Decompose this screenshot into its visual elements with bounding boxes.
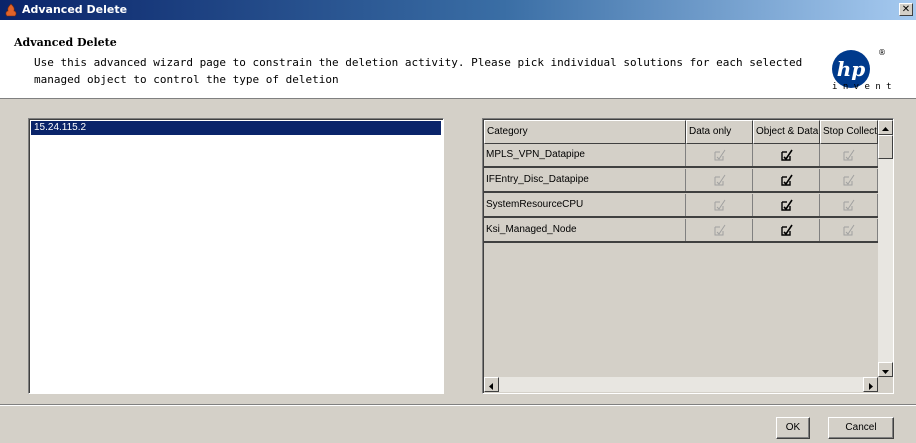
data-only-checkbox — [714, 174, 726, 186]
category-cell: SystemResourceCPU — [484, 194, 686, 216]
checkmark-icon — [845, 199, 855, 210]
wizard-header: Advanced Delete Use this advanced wizard… — [0, 20, 916, 99]
checkmark-icon — [716, 199, 726, 210]
scroll-down-button[interactable] — [878, 362, 893, 377]
scroll-left-button[interactable] — [484, 377, 499, 392]
table-row[interactable]: MPLS_VPN_Datapipe — [484, 144, 878, 168]
object-and-data-checkbox[interactable] — [781, 174, 793, 186]
category-cell: MPLS_VPN_Datapipe — [484, 144, 686, 166]
scrollbar-corner — [878, 377, 893, 392]
stop-collect-cell — [820, 144, 878, 166]
horizontal-scrollbar[interactable] — [484, 377, 878, 392]
table-row[interactable]: SystemResourceCPU — [484, 194, 878, 218]
registered-mark: ® — [878, 48, 886, 57]
category-cell: IFEntry_Disc_Datapipe — [484, 169, 686, 191]
data-only-checkbox — [714, 149, 726, 161]
ok-button[interactable]: OK — [776, 417, 810, 439]
checkmark-icon — [716, 174, 726, 185]
checkmark-icon — [716, 224, 726, 235]
stop-collect-cell — [820, 219, 878, 241]
app-icon — [5, 3, 17, 17]
page-title: Advanced Delete — [14, 36, 117, 49]
page-description: Use this advanced wizard page to constra… — [34, 56, 803, 86]
column-header-category[interactable]: Category — [484, 120, 686, 144]
data-only-cell — [686, 219, 753, 241]
column-header-stop-collect[interactable]: Stop Collect — [820, 120, 878, 144]
hp-logo-tagline: i n v e n t — [832, 82, 892, 92]
column-header-object-and-data[interactable]: Object & Data — [753, 120, 820, 144]
checkmark-icon — [845, 149, 855, 160]
close-icon: ✕ — [901, 4, 911, 15]
data-only-checkbox — [714, 224, 726, 236]
checkmark-icon — [845, 224, 855, 235]
stop-collect-checkbox — [843, 174, 855, 186]
footer-separator — [0, 404, 916, 406]
object-and-data-checkbox[interactable] — [781, 224, 793, 236]
managed-object-list[interactable]: 15.24.115.2 — [28, 118, 444, 394]
object-and-data-cell — [753, 194, 820, 216]
object-and-data-cell — [753, 144, 820, 166]
data-only-cell — [686, 144, 753, 166]
scroll-right-button[interactable] — [863, 377, 878, 392]
checkmark-icon — [845, 174, 855, 185]
object-and-data-cell — [753, 219, 820, 241]
category-cell: Ksi_Managed_Node — [484, 219, 686, 241]
window-title: Advanced Delete — [22, 3, 128, 16]
stop-collect-checkbox — [843, 149, 855, 161]
close-button[interactable]: ✕ — [899, 3, 913, 16]
arrow-left-icon — [489, 383, 493, 390]
vertical-scrollbar[interactable] — [878, 120, 893, 377]
vertical-scroll-thumb[interactable] — [878, 135, 893, 159]
checkmark-icon — [716, 149, 726, 160]
title-bar: Advanced Delete ✕ — [0, 0, 916, 20]
deletion-options-table: Category Data only Object & Data Stop Co… — [482, 118, 894, 394]
table-row[interactable]: IFEntry_Disc_Datapipe — [484, 169, 878, 193]
data-only-cell — [686, 194, 753, 216]
object-and-data-cell — [753, 169, 820, 191]
object-and-data-checkbox[interactable] — [781, 199, 793, 211]
stop-collect-cell — [820, 194, 878, 216]
object-and-data-checkbox[interactable] — [781, 149, 793, 161]
column-header-data-only[interactable]: Data only — [686, 120, 753, 144]
data-only-checkbox — [714, 199, 726, 211]
data-only-cell — [686, 169, 753, 191]
stop-collect-cell — [820, 169, 878, 191]
table-row[interactable]: Ksi_Managed_Node — [484, 219, 878, 243]
list-item[interactable]: 15.24.115.2 — [31, 121, 441, 135]
stop-collect-checkbox — [843, 224, 855, 236]
arrow-right-icon — [869, 383, 873, 390]
cancel-button[interactable]: Cancel — [828, 417, 894, 439]
stop-collect-checkbox — [843, 199, 855, 211]
scroll-up-button[interactable] — [878, 120, 893, 135]
